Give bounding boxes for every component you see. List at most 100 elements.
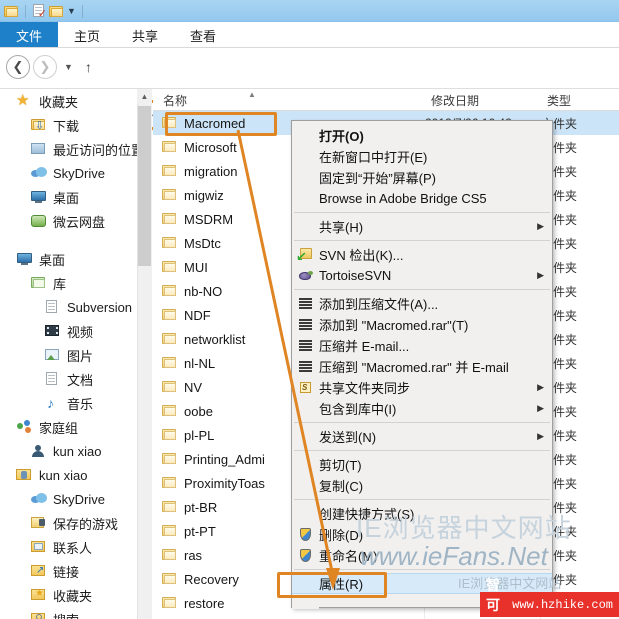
context-menu-separator [294, 450, 550, 451]
menu-item[interactable]: 包含到库中(I) ▶ [292, 398, 552, 419]
navigation-pane[interactable]: 收藏夹⇩下载最近访问的位置SkyDrive桌面微云网盘桌面库Subversion… [0, 89, 152, 619]
sidebar-item-label: 家庭组 [39, 420, 79, 436]
sort-ascending-icon: ▲ [248, 90, 256, 99]
tab-home[interactable]: 主页 [58, 22, 116, 48]
folder-icon [161, 260, 178, 274]
sidebar-item-video[interactable]: 视频 [0, 319, 152, 343]
menu-item-label: 创建快捷方式(S) [319, 507, 415, 522]
sidebar-item-skydrive[interactable]: SkyDrive [0, 161, 152, 185]
sidebar-item-weiyun-cloud[interactable]: 微云网盘 [0, 209, 152, 233]
sidebar-item-document[interactable]: Subversion [0, 295, 152, 319]
tab-share[interactable]: 共享 [116, 22, 174, 48]
sidebar-item-desktop[interactable]: 桌面 [0, 247, 152, 271]
new-folder-icon[interactable] [49, 5, 64, 18]
menu-item-label: 删除(D) [319, 528, 364, 543]
sidebar-item-contacts[interactable]: 联系人 [0, 535, 152, 559]
winrar-icon [297, 317, 313, 332]
context-menu[interactable]: 打开(O) 在新窗口中打开(E) 固定到“开始”屏幕(P) Browse in Ado… [291, 120, 553, 609]
menu-item[interactable]: 共享(H) ▶ [292, 216, 552, 237]
column-header-date[interactable]: 修改日期 [431, 92, 479, 109]
ribbon-tab-bar: 文件 主页 共享 查看 [0, 22, 619, 48]
scroll-up-icon[interactable]: ▲ [137, 89, 152, 104]
menu-item[interactable]: 添加到 "Macromed.rar"(T) [292, 314, 552, 335]
sidebar-item-download-folder[interactable]: ⇩ 下载 [0, 113, 152, 137]
menu-item-label: 发送到(N) [319, 430, 377, 445]
back-button[interactable]: ❮ [6, 55, 30, 79]
menu-item[interactable]: 属性(R) [292, 573, 552, 594]
searches-icon [30, 611, 48, 619]
menu-item[interactable]: S 共享文件夹同步 ▶ [292, 377, 552, 398]
sidebar-item-music[interactable]: 音乐 [0, 391, 152, 415]
tab-file[interactable]: 文件 [0, 22, 59, 48]
menu-item[interactable]: 在新窗口中打开(E) [292, 146, 552, 167]
library-icon [30, 275, 48, 291]
folder-icon [161, 116, 178, 130]
menu-item[interactable]: 删除(D) [292, 524, 552, 545]
sidebar-item-star[interactable]: 收藏夹 [0, 89, 152, 113]
sidebar-item-skydrive[interactable]: SkyDrive [0, 487, 152, 511]
sidebar-item-user-folder[interactable]: kun xiao [0, 463, 152, 487]
menu-item[interactable]: TortoiseSVN ▶ [292, 265, 552, 286]
menu-item[interactable]: 发送到(N) ▶ [292, 426, 552, 447]
sidebar-item-library[interactable]: 库 [0, 271, 152, 295]
menu-item[interactable]: 重命名(M) [292, 545, 552, 566]
sidebar-item-desktop[interactable]: 桌面 [0, 185, 152, 209]
menu-item-label: 剪切(T) [319, 458, 362, 473]
star-icon [16, 91, 34, 109]
sidebar-item-recent-places[interactable]: 最近访问的位置 [0, 137, 152, 161]
favorites-folder-icon: ★ [30, 587, 48, 603]
folder-icon [161, 596, 178, 610]
sidebar-item-picture[interactable]: 图片 [0, 343, 152, 367]
sidebar-item-label: kun xiao [53, 443, 102, 459]
menu-item[interactable]: ↙ SVN 检出(K)... [292, 244, 552, 265]
folder-icon [161, 548, 178, 562]
watermark-badge: 智可网 www.hzhike.com [480, 577, 619, 619]
folder-icon [161, 404, 178, 418]
download-folder-icon: ⇩ [30, 117, 48, 133]
sidebar-item-saved-games[interactable]: 保存的游戏 [0, 511, 152, 535]
menu-item[interactable]: 固定到“开始”屏幕(P) [292, 167, 552, 188]
sidebar-item-document[interactable]: 文档 [0, 367, 152, 391]
sidebar-item-user[interactable]: kun xiao [0, 439, 152, 463]
properties-icon[interactable]: ✓ [32, 4, 47, 20]
forward-button[interactable]: ❯ [33, 55, 57, 79]
menu-item-label: 固定到“开始”屏幕(P) [319, 171, 436, 186]
column-header-type[interactable]: 类型 [547, 92, 571, 109]
sidebar-item-label: SkyDrive [53, 491, 106, 507]
menu-item[interactable]: 压缩并 E-mail... [292, 335, 552, 356]
menu-item[interactable]: 复制(C) [292, 475, 552, 496]
sidebar-scroll-thumb[interactable] [138, 106, 151, 266]
sidebar-item-homegroup[interactable]: 家庭组 [0, 415, 152, 439]
address-bar: ❮ ❯ ▼ ↑ ▸ 计算机 ▸ Windows8_OS (C:) ▸ Windo… [0, 48, 619, 130]
folder-icon[interactable] [4, 5, 19, 18]
customize-caret-icon[interactable]: ▼ [67, 0, 76, 22]
user-icon [30, 443, 48, 459]
sidebar-item-searches[interactable]: 搜索 [0, 607, 152, 619]
menu-item-label: 打开(O) [319, 129, 364, 144]
menu-item-label: 重命名(M) [319, 549, 378, 564]
tab-view[interactable]: 查看 [174, 22, 232, 48]
homegroup-icon [16, 419, 34, 435]
chevron-right-icon: ▶ [537, 221, 544, 231]
sidebar-item-label: 音乐 [67, 396, 94, 412]
winrar-icon [297, 338, 313, 353]
folder-icon [161, 428, 178, 442]
menu-item[interactable]: 创建快捷方式(S) [292, 503, 552, 524]
quick-access-toolbar: ✓ ▼ [0, 0, 619, 22]
menu-item[interactable]: 剪切(T) [292, 454, 552, 475]
chevron-right-icon: ▶ [537, 382, 544, 392]
menu-item-label: SVN 检出(K)... [319, 248, 404, 263]
menu-item-label: 添加到压缩文件(A)... [319, 297, 439, 312]
menu-item[interactable]: Browse in Adobe Bridge CS5 [292, 188, 552, 209]
sidebar-item-label: 视频 [67, 324, 94, 340]
column-header-name[interactable]: 名称 [163, 92, 187, 109]
video-icon [44, 323, 62, 339]
sidebar-item-links[interactable]: ↗ 链接 [0, 559, 152, 583]
menu-item[interactable]: 压缩到 "Macromed.rar" 并 E-mail [292, 356, 552, 377]
menu-item[interactable]: 打开(O) [292, 125, 552, 146]
up-button[interactable]: ↑ [80, 59, 97, 75]
menu-item[interactable]: 添加到压缩文件(A)... [292, 293, 552, 314]
chevron-right-icon: ▶ [537, 270, 544, 280]
chevron-down-icon[interactable]: ▼ [60, 62, 77, 72]
sidebar-item-favorites-folder[interactable]: ★ 收藏夹 [0, 583, 152, 607]
